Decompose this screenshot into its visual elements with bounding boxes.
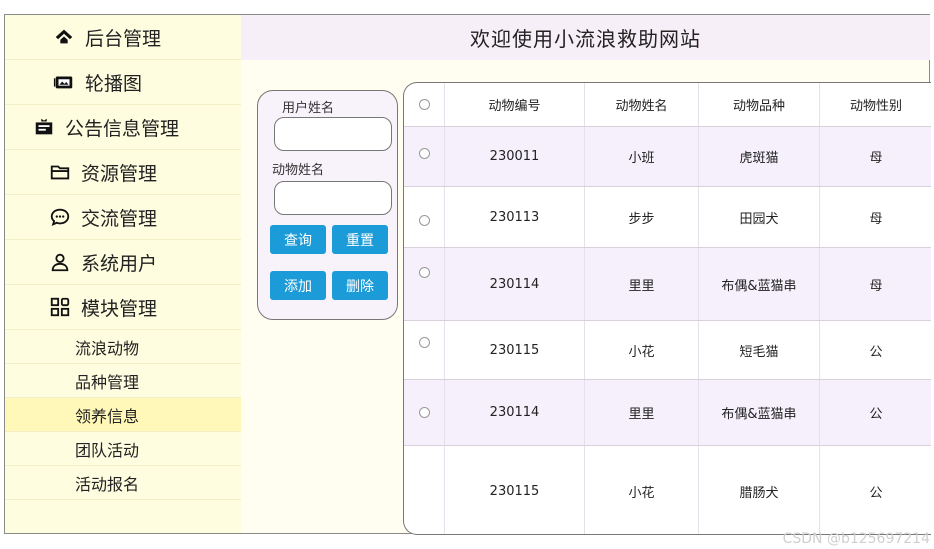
select-all-radio[interactable]: [418, 99, 430, 110]
cell-breed: 短毛猫: [699, 321, 820, 379]
sidebar-item-label: 交流管理: [81, 207, 158, 230]
table-row[interactable]: 230011 小班 虎斑猫 母: [404, 127, 931, 187]
cell-id: 230115: [445, 446, 585, 534]
cell-gender: 母: [869, 211, 883, 227]
cell-name: 里里: [585, 248, 699, 320]
table-row[interactable]: 230113 步步 田园犬 母: [404, 187, 931, 248]
sidebar-subitem-registration[interactable]: 活动报名: [5, 466, 241, 500]
animal-name-label: 动物姓名: [272, 163, 325, 178]
cell-gender: 母: [869, 151, 883, 166]
cell-id: 230011: [445, 127, 585, 186]
sidebar-item-label: 模块管理: [81, 297, 158, 320]
sidebar-item-resources[interactable]: 资源管理: [5, 150, 241, 195]
cell-gender: 公: [869, 407, 883, 422]
column-header: 动物性别: [849, 99, 902, 114]
sidebar-item-label: 公告信息管理: [65, 117, 180, 140]
animal-name-input[interactable]: [274, 181, 392, 215]
sidebar-item-label: 轮播图: [85, 72, 143, 95]
sidebar-item-module[interactable]: 模块管理: [5, 285, 241, 330]
cell-breed: 布偶&蓝猫串: [699, 380, 820, 445]
cell-breed: 腊肠犬: [699, 446, 820, 534]
column-header: 动物品种: [699, 83, 820, 126]
row-select-radio[interactable]: [418, 148, 430, 159]
cell-gender: 母: [869, 278, 883, 294]
add-button[interactable]: 添加: [270, 271, 326, 300]
sidebar-item-communication[interactable]: 交流管理: [5, 195, 241, 240]
user-name-label: 用户姓名: [282, 101, 335, 116]
sidebar-subitem-team-activities[interactable]: 团队活动: [5, 432, 241, 466]
row-select-radio[interactable]: [418, 336, 430, 348]
row-select-radio[interactable]: [418, 214, 430, 226]
cell-name: 里里: [585, 380, 699, 445]
sidebar-item-notice[interactable]: 公告信息管理: [5, 105, 241, 150]
cell-id: 230113: [445, 187, 585, 247]
table-row[interactable]: 230115 小花 短毛猫 公: [404, 321, 931, 380]
sidebar-item-system-users[interactable]: 系统用户: [5, 240, 241, 285]
cell-name: 小班: [585, 127, 699, 186]
folder-icon: [50, 165, 70, 180]
delete-button[interactable]: 删除: [332, 271, 388, 300]
sidebar-item-carousel[interactable]: 轮播图: [5, 60, 241, 105]
image-icon: [53, 76, 73, 89]
cell-breed: 虎斑猫: [699, 127, 820, 186]
sidebar-item-label: 资源管理: [81, 162, 158, 185]
chat-icon: [50, 208, 70, 226]
table-row[interactable]: 230114 里里 布偶&蓝猫串 公: [404, 380, 931, 446]
cell-gender: 公: [869, 344, 883, 360]
grid-icon: [50, 297, 70, 317]
animal-table: 动物编号 动物姓名 动物品种 动物性别 230011 小班 虎斑猫 母 2301…: [403, 82, 931, 535]
column-header: 动物姓名: [585, 83, 699, 126]
row-select-radio[interactable]: [418, 266, 430, 278]
column-header: 动物编号: [445, 83, 585, 126]
cell-id: 230114: [445, 380, 585, 445]
sidebar-item-label: 后台管理: [85, 27, 162, 50]
cell-breed: 布偶&蓝猫串: [699, 248, 820, 320]
search-panel: 用户姓名 动物姓名 查询 重置 添加 删除: [257, 90, 398, 320]
sidebar: 后台管理 轮播图 公告信息管理 资源管理 交流管理 系统用户 模块管理 流浪动物…: [5, 15, 241, 533]
app-frame: 后台管理 轮播图 公告信息管理 资源管理 交流管理 系统用户 模块管理 流浪动物…: [4, 14, 931, 535]
cell-name: 小花: [585, 321, 699, 379]
sidebar-subitem-adoption[interactable]: 领养信息: [5, 398, 241, 432]
cell-breed: 田园犬: [699, 187, 820, 247]
query-button[interactable]: 查询: [270, 225, 326, 254]
sidebar-item-label: 系统用户: [81, 252, 158, 275]
row-select-radio[interactable]: [418, 407, 430, 418]
sidebar-subitem-breeds[interactable]: 品种管理: [5, 364, 241, 398]
user-name-input[interactable]: [274, 117, 392, 151]
sidebar-subitem-stray-animals[interactable]: 流浪动物: [5, 330, 241, 364]
sidebar-item-admin[interactable]: 后台管理: [5, 15, 241, 60]
table-header-row: 动物编号 动物姓名 动物品种 动物性别: [404, 83, 931, 127]
watermark: CSDN @b125697214: [782, 531, 930, 547]
user-icon: [51, 253, 69, 272]
cell-gender: 公: [869, 485, 883, 501]
page-title: 欢迎使用小流浪救助网站: [470, 27, 701, 51]
cell-name: 步步: [585, 187, 699, 247]
cell-id: 230114: [445, 248, 585, 320]
home-icon: [55, 29, 73, 44]
reset-button[interactable]: 重置: [332, 225, 388, 254]
cell-id: 230115: [445, 321, 585, 379]
page-header: 欢迎使用小流浪救助网站: [241, 15, 930, 60]
table-row[interactable]: 230114 里里 布偶&蓝猫串 母: [404, 248, 931, 321]
cell-name: 小花: [585, 446, 699, 534]
notice-icon: [35, 118, 53, 135]
table-row[interactable]: 230115 小花 腊肠犬 公: [404, 446, 931, 534]
